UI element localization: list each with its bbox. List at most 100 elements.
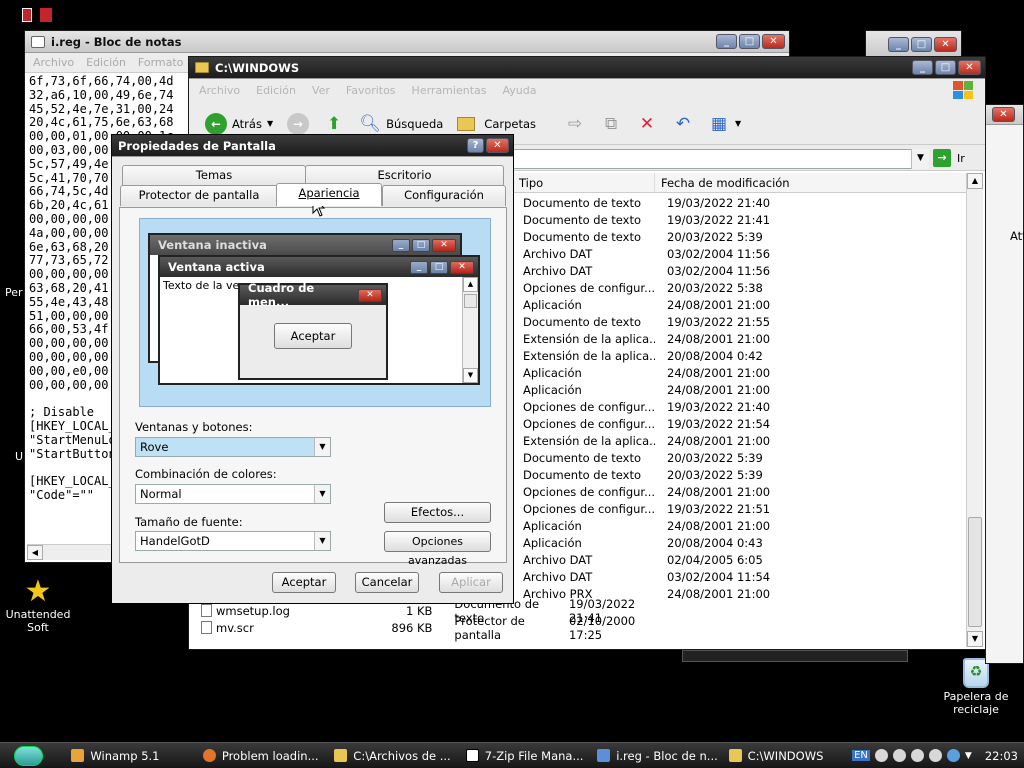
background-window-2[interactable]: ✕ Att — [985, 104, 1024, 664]
clock[interactable]: 22:03 — [985, 749, 1018, 763]
file-row[interactable]: Aplicación 20/08/2004 0:43 — [513, 536, 969, 553]
menu-ver[interactable]: Ver — [312, 84, 330, 98]
views-button[interactable]: ▦ ▼ — [704, 111, 745, 137]
task-browser[interactable]: Problem loadin... — [195, 744, 326, 768]
task-7zip[interactable]: 7-Zip File Mana... — [458, 744, 589, 768]
maximize-icon[interactable]: □ — [935, 60, 956, 75]
vertical-scrollbar[interactable]: ▲ ▼ — [966, 173, 983, 647]
cancel-button[interactable]: Cancelar — [355, 572, 419, 593]
scroll-left-icon[interactable]: ◀ — [27, 545, 43, 560]
menu-ayuda[interactable]: Ayuda — [502, 84, 536, 98]
tab-screensaver[interactable]: Protector de pantalla — [120, 185, 278, 206]
desktop-icon-recycle-bin[interactable]: ♻ Papelera de reciclaje — [936, 658, 1016, 716]
minimize-icon[interactable]: _ — [912, 60, 933, 75]
file-row[interactable]: Documento de texto 19/03/2022 21:55 — [513, 315, 969, 332]
menu-archivo[interactable]: Archivo — [199, 84, 240, 98]
menu-formato[interactable]: Formato — [138, 56, 184, 69]
menu-edicion[interactable]: Edición — [256, 84, 296, 98]
task-winamp[interactable]: Winamp 5.1 — [63, 744, 194, 768]
forward-button[interactable]: → — [283, 111, 313, 137]
help-icon[interactable]: ? — [467, 138, 484, 153]
advanced-button[interactable]: Opciones avanzadas — [384, 531, 491, 567]
minimize-icon[interactable]: _ — [888, 37, 909, 52]
file-row[interactable]: Archivo DAT 03/02/2004 11:56 — [513, 264, 969, 281]
up-folder-button[interactable]: ⬆ — [319, 111, 349, 137]
close-icon[interactable]: ✕ — [762, 34, 785, 49]
language-indicator[interactable]: EN — [852, 750, 870, 761]
file-row[interactable]: Documento de texto 19/03/2022 21:41 — [513, 213, 969, 230]
close-icon[interactable]: ✕ — [958, 60, 981, 75]
file-row[interactable]: Documento de texto 20/03/2022 5:39 — [513, 468, 969, 485]
search-button[interactable]: 🔍︎ Búsqueda — [355, 111, 447, 137]
chevron-down-icon[interactable]: ▼ — [314, 438, 330, 456]
file-row[interactable]: Archivo DAT 03/02/2004 11:54 — [513, 570, 969, 587]
scrollbar-thumb[interactable] — [968, 517, 982, 627]
task-windows-folder[interactable]: C:\WINDOWS — [721, 744, 852, 768]
tray-arrow-icon[interactable]: ▼ — [965, 751, 972, 761]
windows-buttons-select[interactable]: Rove ▼ — [135, 437, 331, 457]
column-header-type[interactable]: Tipo — [513, 173, 655, 192]
file-row[interactable]: Archivo DAT 03/02/2004 11:56 — [513, 247, 969, 264]
font-size-select[interactable]: HandelGotD ▼ — [135, 531, 331, 551]
file-row[interactable]: Archivo DAT 02/04/2005 6:05 — [513, 553, 969, 570]
task-notepad[interactable]: i.reg - Bloc de n... — [589, 744, 720, 768]
file-row[interactable]: Extensión de la aplica... 20/08/2004 0:42 — [513, 349, 969, 366]
maximize-icon[interactable]: □ — [911, 37, 932, 52]
file-row[interactable]: Aplicación 24/08/2001 21:00 — [513, 366, 969, 383]
start-button[interactable] — [14, 745, 44, 766]
menu-favoritos[interactable]: Favoritos — [346, 84, 396, 98]
task-program-files[interactable]: C:\Archivos de ... — [326, 744, 457, 768]
dropdown-icon[interactable]: ▼ — [267, 119, 273, 128]
tray-icon-2[interactable] — [892, 749, 906, 762]
tray-icon-5[interactable] — [946, 749, 960, 762]
file-row[interactable]: Opciones de configur... 19/03/2022 21:40 — [513, 400, 969, 417]
file-row[interactable]: Opciones de configur... 19/03/2022 21:54 — [513, 417, 969, 434]
tray-icon-4[interactable] — [928, 749, 942, 762]
explorer-titlebar[interactable]: C:\WINDOWS _ □ ✕ — [189, 57, 985, 79]
chevron-down-icon[interactable]: ▼ — [314, 532, 330, 550]
go-button[interactable]: → Ir — [933, 149, 965, 167]
tab-appearance[interactable]: Apariencia — [276, 183, 382, 206]
file-row[interactable]: Documento de texto 20/03/2022 5:39 — [513, 451, 969, 468]
tray-icon-1[interactable] — [874, 749, 888, 762]
folders-button[interactable]: Carpetas — [453, 111, 540, 137]
address-input[interactable] — [511, 149, 929, 169]
file-row[interactable]: Opciones de configur... 19/03/2022 21:51 — [513, 502, 969, 519]
undo-button[interactable]: ↶ — [668, 111, 698, 137]
notepad-titlebar[interactable]: i.reg - Bloc de notas _ □ ✕ — [25, 31, 789, 53]
display-properties-dialog[interactable]: Propiedades de Pantalla ? ✕ Temas Escrit… — [111, 134, 514, 604]
file-row[interactable]: Opciones de configur... 24/08/2001 21:00 — [513, 485, 969, 502]
apply-button[interactable]: Aplicar — [439, 572, 503, 593]
dropdown-icon[interactable]: ▼ — [735, 119, 741, 128]
file-row[interactable]: Opciones de configur... 20/03/2022 5:38 — [513, 281, 969, 298]
ok-button[interactable]: Aceptar — [272, 572, 336, 593]
close-icon[interactable]: ✕ — [486, 138, 509, 153]
file-row[interactable]: Extensión de la aplica... 24/08/2001 21:0… — [513, 434, 969, 451]
desktop-icon-unattended[interactable]: ★ Unattended Soft — [0, 576, 78, 635]
background-window-2-titlebar[interactable]: ✕ — [986, 105, 1023, 125]
menu-herramientas[interactable]: Herramientas — [412, 84, 487, 98]
effects-button[interactable]: Efectos... — [384, 502, 491, 523]
top-left-tray-icon[interactable] — [22, 8, 32, 22]
dialog-titlebar[interactable]: Propiedades de Pantalla ? ✕ — [112, 135, 513, 157]
file-row[interactable]: Extensión de la aplica... 24/08/2001 21:0… — [513, 332, 969, 349]
tray-icon-3[interactable] — [910, 749, 924, 762]
file-row[interactable]: Aplicación 24/08/2001 21:00 — [513, 298, 969, 315]
copy-to-button[interactable]: ⧉ — [596, 111, 626, 137]
menu-archivo[interactable]: Archivo — [33, 56, 74, 69]
maximize-icon[interactable]: □ — [739, 34, 760, 49]
close-icon[interactable]: ✕ — [992, 107, 1015, 122]
chevron-down-icon[interactable]: ▼ — [314, 485, 330, 503]
scroll-up-icon[interactable]: ▲ — [967, 173, 983, 189]
file-row[interactable]: Aplicación 24/08/2001 21:00 — [513, 519, 969, 536]
menu-edicion[interactable]: Edición — [86, 56, 126, 69]
close-icon[interactable]: ✕ — [934, 37, 957, 52]
media-bar[interactable] — [682, 650, 908, 662]
file-row[interactable]: Documento de texto 19/03/2022 21:40 — [513, 196, 969, 213]
address-dropdown-icon[interactable]: ▼ — [911, 149, 929, 169]
file-row[interactable]: Aplicación 24/08/2001 21:00 — [513, 383, 969, 400]
move-to-button[interactable]: ⇨ — [560, 111, 590, 137]
column-header-modified[interactable]: Fecha de modificación — [655, 173, 969, 192]
top-left-tray-icon-2[interactable] — [40, 8, 52, 22]
scroll-down-icon[interactable]: ▼ — [967, 631, 983, 647]
